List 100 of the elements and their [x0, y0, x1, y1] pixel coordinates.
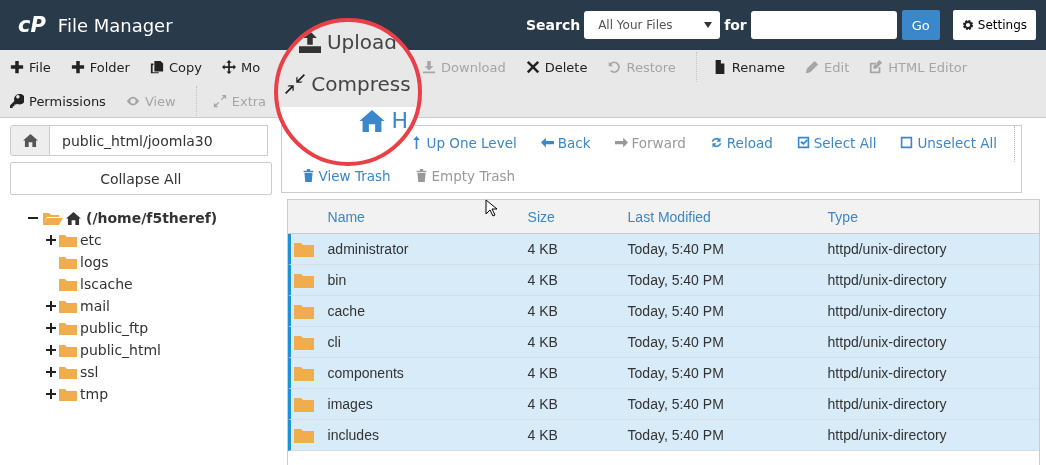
toolbar-button[interactable]: Delete	[525, 59, 588, 75]
table-cell-text: administrator	[327, 241, 410, 257]
nav-link[interactable]: Select All	[796, 134, 877, 151]
folder-icon	[293, 396, 314, 412]
trash-icon	[414, 169, 428, 182]
tree-item[interactable]: (/home/f5theref)	[86, 210, 218, 226]
table-row[interactable]: cache 4 KB Today, 5:40 PM httpd/unix-directory	[287, 296, 1039, 327]
table-cell-text: Today, 5:40 PM	[627, 303, 725, 319]
table-cell-text: images	[327, 396, 374, 412]
folder-icon	[59, 299, 77, 313]
scope-dropdown[interactable]: All Your Files	[584, 11, 721, 39]
upload-icon	[298, 31, 321, 53]
tree-item[interactable]: mail	[80, 298, 110, 314]
folder-icon	[59, 255, 77, 269]
table-cell-text: cache	[327, 303, 366, 319]
table-row[interactable]: administrator 4 KB Today, 5:40 PM httpd/unix-directory	[287, 234, 1039, 265]
folder-icon	[293, 303, 314, 319]
search-field[interactable]	[750, 11, 897, 39]
table-cell-text: bin	[327, 272, 348, 288]
tree-item[interactable]: ssl	[80, 364, 99, 380]
table-row[interactable]: components 4 KB Today, 5:40 PM httpd/unix-directory	[287, 358, 1039, 389]
folder-icon	[293, 365, 314, 381]
nav-link[interactable]: View Trash	[301, 167, 391, 184]
table-cell-text: httpd/unix-directory	[827, 241, 948, 257]
settings-button[interactable]: Settings	[952, 10, 1036, 40]
tree-item[interactable]: tmp	[80, 386, 108, 402]
table-cell-text: httpd/unix-directory	[827, 334, 948, 350]
nav-link[interactable]: Up One Level	[409, 134, 517, 151]
nav-link[interactable]: Reload	[709, 134, 773, 151]
app-title: File Manager	[57, 14, 173, 36]
compress-button[interactable]: Compress	[285, 72, 411, 96]
table-cell-text: cli	[327, 334, 342, 350]
folder-icon	[293, 241, 314, 257]
home-link[interactable]: H	[359, 108, 408, 133]
toolbar-button[interactable]: Copy	[149, 59, 202, 75]
tree-item[interactable]: public_html	[80, 342, 161, 358]
folder-icon	[59, 321, 77, 335]
plus-icon	[70, 60, 85, 74]
table-cell-text: includes	[327, 427, 380, 443]
eye-icon	[125, 94, 140, 108]
column-header[interactable]: Type	[827, 208, 1039, 225]
right-arrow-icon	[614, 136, 628, 149]
toolbar-button[interactable]: Permissions	[10, 93, 106, 109]
plus-icon[interactable]	[46, 389, 56, 399]
tree-item[interactable]: lscache	[80, 276, 133, 292]
tree-item[interactable]: logs	[80, 254, 109, 270]
x-icon	[525, 60, 540, 74]
table-cell-text: Today, 5:40 PM	[627, 334, 725, 350]
checkbox-icon	[796, 136, 810, 149]
logo: cP	[18, 13, 46, 37]
toolbar-button[interactable]: Rename	[712, 59, 786, 75]
pencil-icon	[805, 60, 820, 74]
home-button[interactable]	[10, 125, 50, 156]
move-icon	[221, 60, 236, 74]
table-row[interactable]: images 4 KB Today, 5:40 PM httpd/unix-directory	[287, 389, 1039, 420]
column-header[interactable]: Last Modified	[627, 208, 828, 225]
table-cell-text: 4 KB	[527, 396, 559, 412]
toolbar-button[interactable]: Mo	[221, 59, 261, 75]
left-arrow-icon	[540, 136, 554, 149]
compress-icon	[285, 74, 306, 94]
toolbar-button[interactable]: Folder	[70, 59, 130, 75]
reload-icon	[709, 136, 723, 149]
table-cell-text: httpd/unix-directory	[827, 396, 948, 412]
folder-icon	[59, 277, 77, 291]
tree-item[interactable]: public_ftp	[80, 320, 149, 336]
nav-link[interactable]: Back	[540, 134, 591, 151]
collapse-all-button[interactable]: Collapse All	[10, 162, 272, 195]
path-field[interactable]: public_html/joomla30	[50, 125, 268, 156]
plus-icon[interactable]	[46, 301, 56, 311]
go-button[interactable]: Go	[901, 10, 940, 40]
column-header[interactable]: Name	[327, 208, 528, 225]
plus-icon[interactable]	[46, 345, 56, 355]
copy-icon	[149, 60, 164, 74]
table-row[interactable]: cli 4 KB Today, 5:40 PM httpd/unix-directory	[287, 327, 1039, 358]
table-cell-text: components	[327, 365, 405, 381]
folder-icon	[59, 343, 77, 357]
table-cell-text: httpd/unix-directory	[827, 303, 948, 319]
gear-icon	[961, 19, 974, 31]
table-cell-text: 4 KB	[527, 241, 559, 257]
plus-icon[interactable]	[46, 367, 56, 377]
for-label: for	[724, 17, 747, 33]
table-row[interactable]: bin 4 KB Today, 5:40 PM httpd/unix-directory	[287, 265, 1039, 296]
table-cell-text: Today, 5:40 PM	[627, 396, 725, 412]
table-cell-text: 4 KB	[527, 334, 559, 350]
folder-icon	[59, 365, 77, 379]
nav-link[interactable]: Unselect All	[900, 134, 997, 151]
plus-icon[interactable]	[46, 323, 56, 333]
cursor-icon	[485, 199, 497, 217]
trash-icon	[301, 169, 315, 182]
search-label: Search	[525, 17, 581, 33]
upload-button[interactable]: Upload	[298, 30, 398, 54]
folder-icon	[293, 334, 314, 350]
folder-icon	[293, 272, 314, 288]
table-cell-text: 4 KB	[527, 303, 559, 319]
plus-icon[interactable]	[46, 235, 56, 245]
folder-icon	[293, 427, 314, 443]
tree-item[interactable]: etc	[80, 232, 102, 248]
table-cell-text: 4 KB	[527, 427, 559, 443]
table-row[interactable]: includes 4 KB Today, 5:40 PM httpd/unix-directory	[287, 420, 1039, 451]
toolbar-button[interactable]: File	[10, 59, 51, 75]
